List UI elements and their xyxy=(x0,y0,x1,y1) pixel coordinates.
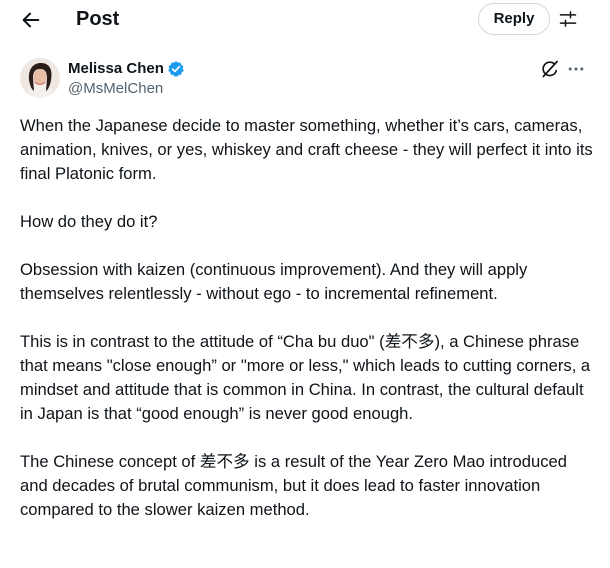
page-title: Post xyxy=(76,8,120,30)
tweet-paragraph: When the Japanese decide to master somet… xyxy=(20,116,593,183)
tweet-paragraph: Obsession with kaizen (continuous improv… xyxy=(20,260,528,303)
tweet-paragraph: How do they do it? xyxy=(20,212,158,231)
tweet-paragraph: This is in contrast to the attitude of “… xyxy=(20,332,591,423)
author-handle[interactable]: @MsMelChen xyxy=(68,79,163,99)
avatar-image xyxy=(20,58,60,98)
sliders-icon[interactable] xyxy=(558,9,578,29)
tweet-text: When the Japanese decide to master somet… xyxy=(20,114,595,546)
avatar[interactable] xyxy=(20,58,60,98)
display-name[interactable]: Melissa Chen xyxy=(68,59,164,79)
reply-button[interactable]: Reply xyxy=(478,3,550,35)
arrow-left-icon[interactable] xyxy=(20,9,42,31)
verified-badge-icon xyxy=(168,61,184,77)
tweet-paragraph: The Chinese concept of 差不多 is a result o… xyxy=(20,452,567,519)
author-name-row[interactable]: Melissa Chen xyxy=(68,59,185,79)
grok-icon[interactable] xyxy=(540,59,560,79)
header-bar: Post Reply xyxy=(0,0,610,40)
more-icon[interactable] xyxy=(566,59,586,79)
